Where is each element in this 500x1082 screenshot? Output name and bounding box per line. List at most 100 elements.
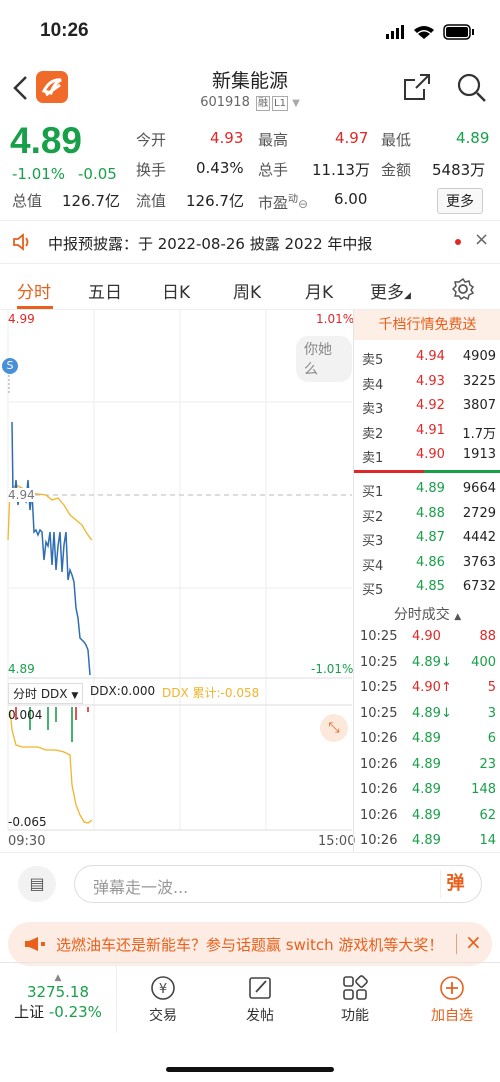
ddx-bottom-label: -0.065 [8, 815, 47, 829]
bid-price: 4.87 [416, 530, 445, 545]
trade-row: 10:26 4.89 14 [354, 830, 500, 854]
danmaku-send-icon[interactable]: 弹 [440, 870, 470, 898]
ask-price: 4.94 [416, 349, 445, 364]
tab-more[interactable]: 更多◢ [370, 278, 411, 303]
low-label: 最低 [381, 131, 412, 149]
trade-row: 10:25 4.89↓ 400 [354, 652, 500, 676]
trade-price: 4.90↑ [412, 680, 452, 695]
ask-volume: 4909 [462, 349, 496, 364]
turnover-label: 换手 [136, 161, 167, 179]
ask-volume: 1913 [462, 447, 496, 462]
ask-row: 卖1 4.90 1913 [354, 444, 500, 468]
expand-icon[interactable]: ⤡ [320, 714, 348, 742]
tab-intraday[interactable]: 分时 [17, 278, 51, 303]
tab-5day[interactable]: 五日 [88, 278, 122, 303]
ask-volume: 3807 [462, 398, 496, 413]
trade-row: 10:26 4.89 23 [354, 754, 500, 778]
status-time: 10:26 [40, 20, 89, 41]
bid-volume: 4442 [462, 530, 496, 545]
grid-icon [343, 975, 368, 1000]
mktcap-label: 总值 [12, 192, 43, 210]
indicator-selector[interactable]: 分时 DDX ▼ [8, 683, 84, 704]
chart-tabs: 分时 五日 日K 周K 月K 更多◢ [0, 266, 500, 310]
trade-time: 10:25 [360, 654, 398, 670]
time-start: 09:30 [8, 834, 46, 849]
tab-underline [17, 306, 53, 309]
trade-volume: 23 [479, 756, 496, 772]
volume-value: 11.13万 [312, 161, 370, 179]
trade-row: 10:25 4.90 88 [354, 626, 500, 650]
add-watchlist-button[interactable]: 加自选 [402, 975, 500, 1025]
notice-text: 中报预披露：于 2022-08-26 披露 2022 年中报 [48, 235, 373, 253]
margin-tag: 融 [256, 96, 270, 111]
bid-label: 买4 [362, 558, 384, 574]
trade-time: 10:25 [360, 705, 398, 721]
notice-bar[interactable]: 中报预披露：于 2022-08-26 披露 2022 年中报 × [0, 220, 500, 264]
trade-price: 4.89↓ [412, 705, 452, 721]
share-icon[interactable] [402, 72, 432, 102]
index-value: 3275.18 [26, 983, 90, 1001]
ask-volume: 3225 [462, 373, 496, 389]
ask-row: 卖5 4.94 4909 [354, 346, 500, 370]
ask-volume: 1.7万 [462, 426, 496, 442]
index-name: 上证 [14, 1003, 45, 1021]
trade-time: 10:26 [360, 807, 398, 823]
level2-promo[interactable]: 千档行情免费送 [354, 310, 500, 340]
turnover-value: 0.43% [196, 159, 244, 177]
change-pct: -1.01% [12, 165, 66, 183]
amount-label: 金额 [381, 161, 412, 179]
search-icon[interactable] [456, 72, 488, 104]
bid-label: 买3 [362, 534, 384, 549]
trade-button[interactable]: ¥ 交易 [113, 975, 213, 1025]
high-value: 4.97 [335, 129, 369, 147]
trade-time: 10:25 [360, 680, 398, 695]
volume-label: 总手 [258, 161, 289, 179]
danmaku-input[interactable]: 弹幕走一波... 弹 [74, 865, 482, 903]
ask-label: 卖2 [362, 426, 384, 442]
float-value: 126.7亿 [186, 192, 244, 210]
mktcap-value: 126.7亿 [62, 192, 120, 210]
danmaku-placeholder: 弹幕走一波... [93, 878, 189, 897]
banner-text: 选燃油车还是新能车？参与话题赢 switch 游戏机等大奖！ [56, 936, 444, 954]
trades-header[interactable]: 分时成交 ▲ [354, 604, 500, 624]
pe-value: 6.00 [334, 190, 368, 208]
bid-price: 4.88 [416, 505, 445, 521]
tab-week-k[interactable]: 周K [233, 278, 261, 303]
function-button[interactable]: 功能 [305, 975, 405, 1025]
ddx-total: DDX 累计:-0.058 [162, 686, 260, 700]
promo-banner[interactable]: 选燃油车还是新能车？参与话题赢 switch 游戏机等大奖！ × [8, 922, 492, 966]
bid-price: 4.86 [416, 554, 445, 570]
trade-price: 4.89 [412, 807, 441, 823]
banner-close-icon[interactable]: × [465, 930, 482, 954]
index-widget[interactable]: ▲ 3275.18 上证 -0.23% [0, 973, 116, 1022]
ask-row: 卖4 4.93 3225 [354, 371, 500, 395]
ask-label: 卖4 [362, 377, 384, 393]
danmaku-toggle-icon[interactable]: ▤ [18, 866, 56, 902]
tab-day-k[interactable]: 日K [162, 278, 190, 303]
settings-icon[interactable] [452, 278, 474, 300]
close-icon[interactable]: × [474, 229, 489, 250]
post-button[interactable]: 发帖 [210, 975, 310, 1025]
open-value: 4.93 [210, 129, 244, 147]
tab-month-k[interactable]: 月K [305, 278, 333, 303]
trade-row: 10:25 4.90↑ 5 [354, 677, 500, 701]
chart-bottom-pct: -1.01% [311, 662, 354, 676]
megaphone-icon [25, 937, 45, 951]
code-dropdown-icon[interactable]: ▼ [292, 98, 300, 109]
bid-price: 4.85 [416, 579, 445, 594]
chart-bottom-price: 4.89 [8, 662, 35, 676]
bid-label: 买2 [362, 509, 384, 525]
signal-badge[interactable]: S [2, 358, 18, 374]
home-indicator [166, 1067, 334, 1072]
trade-time: 10:26 [360, 756, 398, 772]
trade-row: 10:26 4.89 62 [354, 805, 500, 829]
intraday-chart[interactable]: 4.99 1.01% 你她么 S 4.94 4.89 -1.01% 分时 DDX… [0, 310, 355, 852]
last-price: 4.89 [10, 120, 83, 161]
unread-dot [455, 239, 461, 245]
bid-volume: 6732 [462, 579, 496, 594]
bid-volume: 2729 [462, 505, 496, 521]
trade-icon: ¥ [151, 976, 175, 1000]
status-bar: 10:26 [0, 0, 500, 58]
more-button[interactable]: 更多 [437, 188, 483, 214]
ask-row: 卖3 4.92 3807 [354, 395, 500, 419]
